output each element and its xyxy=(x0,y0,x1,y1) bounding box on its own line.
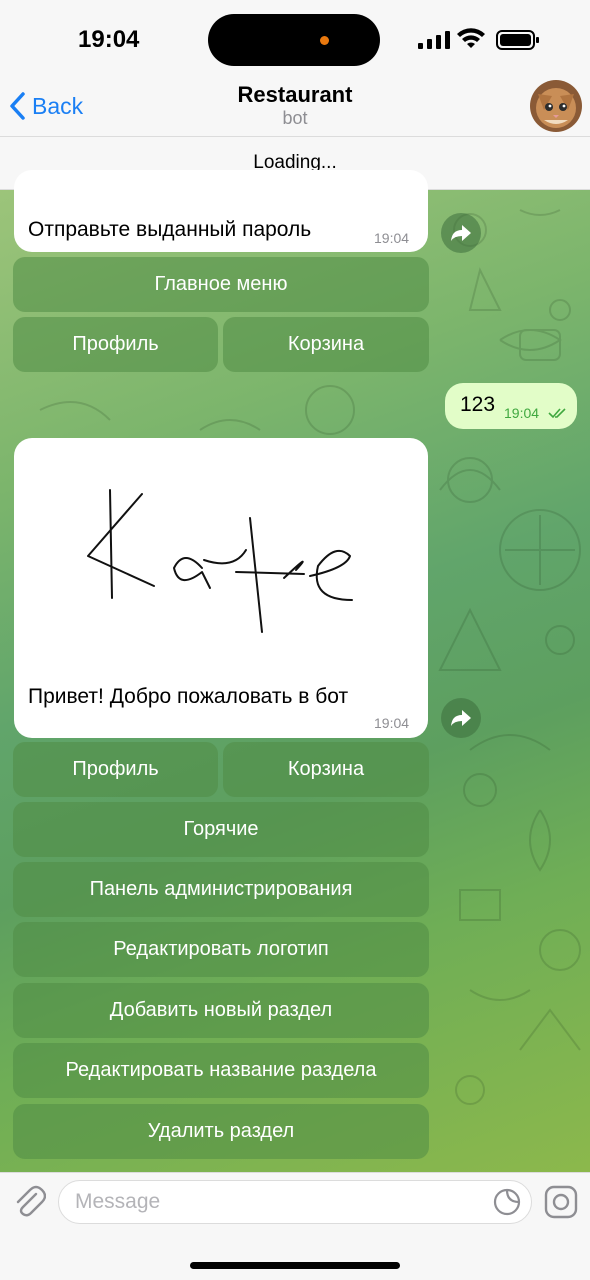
keyboard-button-admin-panel[interactable]: Панель администрирования xyxy=(13,862,429,917)
wifi-icon xyxy=(457,28,485,48)
message-text: Привет! Добро пожаловать в бот xyxy=(28,685,349,708)
message-time: 19:04 xyxy=(374,230,410,246)
cellular-signal-icon xyxy=(418,31,450,49)
chat-subtitle: bot xyxy=(282,108,308,128)
message-text: 123 xyxy=(460,393,496,416)
paperclip-icon[interactable] xyxy=(12,1184,46,1220)
keyboard-button-delete-section[interactable]: Удалить раздел xyxy=(13,1104,429,1159)
keyboard-button-add-section[interactable]: Добавить новый раздел xyxy=(13,983,429,1038)
message-time: 19:04 xyxy=(504,405,540,421)
sticker-icon[interactable] xyxy=(492,1187,522,1217)
double-check-icon xyxy=(548,408,566,419)
cat-avatar-image xyxy=(530,80,582,132)
forward-button[interactable] xyxy=(441,698,481,738)
camera-icon[interactable] xyxy=(544,1185,578,1219)
keyboard-button-edit-logo[interactable]: Редактировать логотип xyxy=(13,922,429,977)
keyboard-button-profile[interactable]: Профиль xyxy=(13,317,218,372)
keyboard-button-cart[interactable]: Корзина xyxy=(223,317,429,372)
home-indicator[interactable] xyxy=(190,1262,400,1269)
chat-title[interactable]: Restaurant xyxy=(0,82,590,108)
keyboard-button-profile[interactable]: Профиль xyxy=(13,742,218,797)
battery-icon xyxy=(496,30,539,50)
message-input[interactable] xyxy=(58,1180,532,1224)
message-text: Отправьте выданный пароль xyxy=(28,218,312,241)
forward-button[interactable] xyxy=(441,213,481,253)
forward-icon xyxy=(451,710,471,726)
privacy-indicator-dot xyxy=(320,36,329,45)
bot-avatar[interactable] xyxy=(530,80,582,132)
keyboard-button-hot[interactable]: Горячие xyxy=(13,802,429,857)
message-time: 19:04 xyxy=(374,715,410,731)
forward-icon xyxy=(451,225,471,241)
keyboard-button-cart[interactable]: Корзина xyxy=(223,742,429,797)
logo-image[interactable] xyxy=(14,440,428,670)
dynamic-island xyxy=(208,14,380,66)
keyboard-button-rename-section[interactable]: Редактировать название раздела xyxy=(13,1043,429,1098)
keyboard-button-main-menu[interactable]: Главное меню xyxy=(13,257,429,312)
status-time: 19:04 xyxy=(78,26,140,53)
